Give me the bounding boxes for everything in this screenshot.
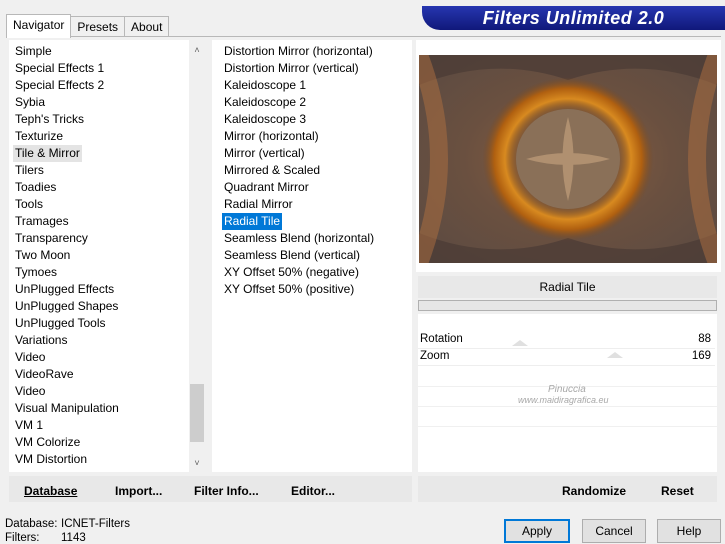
apply-button[interactable]: Apply [504,519,570,543]
category-item[interactable]: Variations [13,332,69,349]
app-banner: Filters Unlimited 2.0 [422,6,725,30]
category-item[interactable]: Special Effects 2 [13,77,106,94]
watermark-name: Pinuccia [548,384,586,395]
filter-item[interactable]: Radial Tile [222,213,283,230]
filter-title: Radial Tile [418,276,717,298]
filter-item[interactable]: XY Offset 50% (negative) [222,264,361,281]
scroll-down-icon[interactable]: ˅ [190,456,204,470]
category-item[interactable]: Sybia [13,94,47,111]
filter-list[interactable]: Distortion Mirror (horizontal) Distortion… [212,40,412,472]
cancel-button[interactable]: Cancel [582,519,646,543]
category-item[interactable]: Toadies [13,179,58,196]
reset-button[interactable]: Reset [661,484,694,498]
filter-item[interactable]: Seamless Blend (horizontal) [222,230,376,247]
tab-strip: Navigator Presets About [6,14,170,38]
preview-panel [416,40,721,272]
param-rotation[interactable]: Rotation 88 [418,331,715,349]
tab-about[interactable]: About [124,16,170,37]
filter-item[interactable]: Kaleidoscope 3 [222,111,308,128]
category-item[interactable]: VideoRave [13,366,76,383]
status-filters-label: Filters: [5,532,40,544]
category-item[interactable]: Special Effects 1 [13,60,106,77]
category-item[interactable]: Video [13,383,47,400]
category-item[interactable]: VM Colorize [13,434,82,451]
param-zoom[interactable]: Zoom 169 [418,348,715,366]
filter-item[interactable]: Mirrored & Scaled [222,162,322,179]
filter-item[interactable]: Mirror (horizontal) [222,128,321,145]
category-item[interactable]: VM 1 [13,417,45,434]
filter-item[interactable]: Quadrant Mirror [222,179,311,196]
category-item[interactable]: Two Moon [13,247,72,264]
filter-item[interactable]: Radial Mirror [222,196,295,213]
filter-item[interactable]: Mirror (vertical) [222,145,307,162]
watermark-url: www.maidiragrafica.eu [518,395,609,405]
category-item[interactable]: VM Distortion [13,451,89,468]
category-item[interactable]: Tile & Mirror [13,145,82,162]
param-label: Rotation [420,333,463,345]
filter-item[interactable]: Kaleidoscope 2 [222,94,308,111]
right-button-bar: Randomize Reset [418,476,717,502]
params-panel: Rotation 88 Zoom 169 Pinuccia www.maidir… [418,314,717,472]
watermark: Pinuccia www.maidiragrafica.eu [518,384,609,405]
category-item[interactable]: UnPlugged Shapes [13,298,120,315]
filter-item[interactable]: Distortion Mirror (vertical) [222,60,361,77]
editor-button[interactable]: Editor... [291,484,335,498]
left-button-bar: Database Import... Filter Info... Editor… [9,476,412,502]
category-item[interactable]: UnPlugged Tools [13,315,108,332]
tab-divider [6,36,721,37]
slider-thumb[interactable] [606,352,623,358]
category-item[interactable]: Simple [13,43,54,60]
randomize-button[interactable]: Randomize [562,484,626,498]
filter-item[interactable]: Distortion Mirror (horizontal) [222,43,375,60]
tab-navigator[interactable]: Navigator [6,14,72,38]
param-value: 169 [691,350,711,362]
status-db-label: Database: [5,518,58,530]
divider [418,406,717,407]
category-scrollbar[interactable]: ˄ ˅ [189,40,205,472]
category-item[interactable]: Tramages [13,213,71,230]
progress-bar [418,300,717,311]
help-button[interactable]: Help [657,519,721,543]
category-item[interactable]: Tymoes [13,264,59,281]
filter-info-button[interactable]: Filter Info... [194,484,259,498]
tab-presets[interactable]: Presets [70,16,126,37]
category-item[interactable]: Transparency [13,230,90,247]
category-item[interactable]: Tools [13,196,45,213]
filter-item[interactable]: Seamless Blend (vertical) [222,247,362,264]
category-list[interactable]: Simple Special Effects 1 Special Effects 2… [9,40,205,472]
divider [418,426,717,427]
scroll-up-icon[interactable]: ˄ [190,43,204,57]
category-item[interactable]: Texturize [13,128,65,145]
slider-thumb[interactable] [512,340,529,346]
category-item[interactable]: UnPlugged Effects [13,281,116,298]
filter-item[interactable]: XY Offset 50% (positive) [222,281,356,298]
category-item[interactable]: Tilers [13,162,46,179]
status-db-value: ICNET-Filters [61,518,130,530]
category-item[interactable]: Teph's Tricks [13,111,86,128]
scroll-thumb[interactable] [190,384,204,442]
param-value: 88 [698,333,711,345]
filter-item[interactable]: Kaleidoscope 1 [222,77,308,94]
preview-image [419,55,717,263]
category-item[interactable]: Video [13,349,47,366]
status-filters-value: 1143 [61,532,86,544]
import-button[interactable]: Import... [115,484,162,498]
param-label: Zoom [420,350,450,362]
database-button[interactable]: Database [24,484,77,498]
category-item[interactable]: Visual Manipulation [13,400,121,417]
